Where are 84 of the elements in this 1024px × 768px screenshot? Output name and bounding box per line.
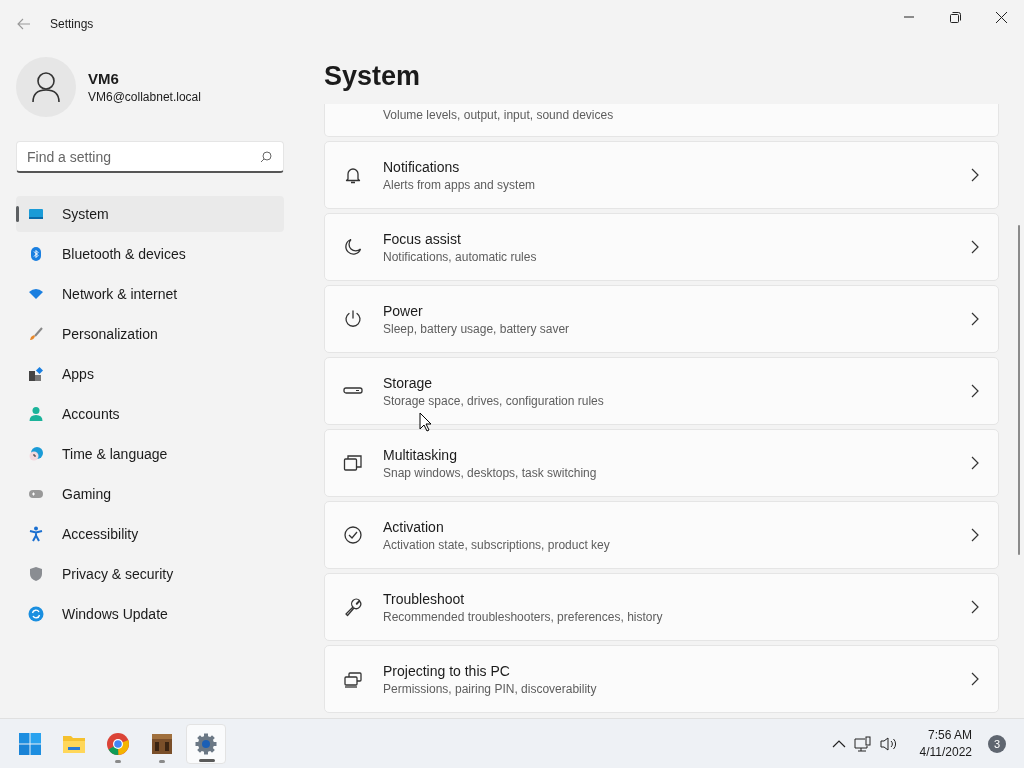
chevron-right-icon: [970, 312, 980, 326]
back-arrow-icon[interactable]: [17, 18, 31, 30]
windows-logo-icon: [18, 731, 42, 756]
search-field[interactable]: Find a setting: [16, 141, 284, 173]
checkmark-circle-icon: [343, 525, 363, 545]
card-title: Notifications: [383, 158, 461, 175]
notification-badge[interactable]: 3: [988, 734, 1006, 753]
chevron-right-icon: [970, 600, 980, 614]
card-title: Projecting to this PC: [383, 662, 511, 679]
browser-icon: [106, 731, 130, 756]
crate-icon: [150, 731, 174, 756]
windows-stack-icon: [343, 453, 363, 473]
shield-icon: [28, 566, 44, 582]
wrench-icon: [343, 597, 363, 617]
mouse-cursor-icon: [419, 412, 432, 432]
taskbar-app[interactable]: [186, 723, 226, 764]
nav-item[interactable]: Accounts: [16, 396, 284, 432]
monitor-icon: [28, 206, 44, 222]
card-title: Focus assist: [383, 230, 462, 247]
settings-card[interactable]: Power Sleep, battery usage, battery saver: [324, 285, 999, 353]
card-subtitle: Notifications, automatic rules: [383, 249, 537, 264]
moon-icon: [343, 237, 363, 257]
settings-card[interactable]: Projecting to this PC Permissions, pairing PIN, discoverability: [324, 645, 999, 713]
settings-card[interactable]: Multitasking Snap windows, desktops, task switching: [324, 429, 999, 497]
close-icon[interactable]: [995, 11, 1007, 23]
user-email: VM6@collabnet.local: [88, 90, 201, 104]
nav-item[interactable]: Personalization: [16, 316, 284, 352]
clock-time[interactable]: 7:56 AM: [927, 728, 972, 742]
person-icon: [28, 406, 44, 422]
card-subtitle: Volume levels, output, input, sound devices: [383, 108, 614, 122]
chevron-right-icon: [970, 240, 980, 254]
clock-date[interactable]: 4/11/2022: [919, 745, 972, 759]
apps-icon: [28, 366, 44, 382]
card-subtitle: Sleep, battery usage, battery saver: [383, 321, 570, 336]
nav-item[interactable]: Windows Update: [16, 596, 284, 632]
gear-icon: [194, 731, 218, 756]
projector-screens-icon: [343, 669, 363, 689]
card-subtitle: Storage space, drives, configuration rules: [383, 393, 604, 408]
chevron-right-icon: [970, 168, 980, 182]
chevron-right-icon: [970, 672, 980, 686]
card-subtitle: Recommended troubleshooters, preferences, history: [383, 609, 663, 624]
bluetooth-icon: [28, 246, 44, 262]
restore-icon[interactable]: [949, 11, 961, 23]
nav-item[interactable]: Privacy & security: [16, 556, 284, 592]
nav-item[interactable]: Accessibility: [16, 516, 284, 552]
card-subtitle: Alerts from apps and system: [383, 177, 536, 192]
card-subtitle: Permissions, pairing PIN, discoverability: [383, 681, 597, 696]
nav-item[interactable]: Bluetooth & devices: [16, 236, 284, 272]
nav-item[interactable]: Network & internet: [16, 276, 284, 312]
card-title: Multitasking: [383, 446, 458, 463]
bell-icon: [343, 165, 363, 185]
card-subtitle: Snap windows, desktops, task switching: [383, 465, 597, 480]
chevron-right-icon: [970, 384, 980, 398]
wifi-icon: [28, 286, 44, 302]
card-subtitle: Activation state, subscriptions, product key: [383, 537, 610, 552]
settings-card[interactable]: Troubleshoot Recommended troubleshooters, preferences, history: [324, 573, 999, 641]
chevron-right-icon: [970, 456, 980, 470]
network-icon[interactable]: [853, 735, 872, 752]
card-title: Troubleshoot: [383, 590, 466, 607]
card-title: Power: [383, 302, 424, 319]
chevron-right-icon: [970, 528, 980, 542]
search-icon: [260, 151, 272, 163]
settings-card[interactable]: Notifications Alerts from apps and system: [324, 141, 999, 209]
chevron-up-icon[interactable]: [831, 739, 846, 748]
brush-icon: [28, 326, 44, 342]
power-icon: [343, 309, 363, 329]
settings-card[interactable]: Storage Storage space, drives, configuration rules: [324, 357, 999, 425]
volume-icon[interactable]: [879, 735, 898, 752]
nav-item[interactable]: Time & language: [16, 436, 284, 472]
settings-card[interactable]: Focus assist Notifications, automatic rules: [324, 213, 999, 281]
card-title: Activation: [383, 518, 445, 535]
user-name: VM6: [88, 70, 120, 87]
scrollbar[interactable]: [1018, 225, 1020, 555]
window-title: Settings: [50, 17, 95, 31]
page-title: System: [324, 61, 421, 91]
accessibility-icon: [28, 526, 44, 542]
nav-item[interactable]: Gaming: [16, 476, 284, 512]
settings-card[interactable]: Activation Activation state, subscriptions, product key: [324, 501, 999, 569]
globe-clock-icon: [28, 446, 44, 462]
nav-item[interactable]: System: [16, 196, 284, 232]
card-title: Storage: [383, 374, 434, 391]
settings-card[interactable]: Volume levels, output, input, sound devices: [324, 104, 999, 137]
nav-item[interactable]: Apps: [16, 356, 284, 392]
update-icon: [28, 606, 44, 622]
